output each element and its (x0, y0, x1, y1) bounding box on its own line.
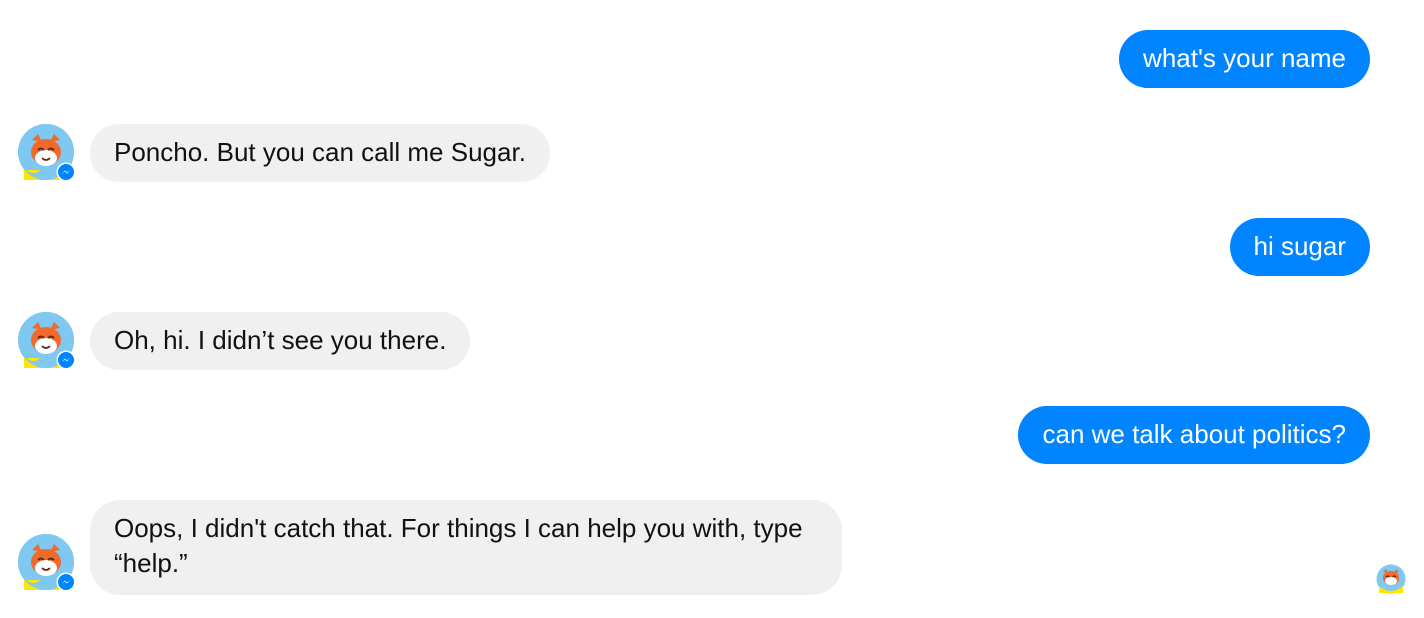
messenger-badge-icon (56, 350, 76, 370)
messenger-badge-icon (56, 572, 76, 592)
read-receipt (1376, 564, 1406, 594)
outgoing-message-bubble[interactable]: can we talk about politics? (1018, 406, 1370, 464)
chat-thread: what's your name Poncho. But you can cal… (0, 0, 1424, 618)
incoming-message-bubble[interactable]: Oh, hi. I didn’t see you there. (90, 312, 471, 370)
bot-avatar[interactable] (18, 312, 76, 370)
incoming-message-bubble[interactable]: Oops, I didn't catch that. For things I … (90, 500, 842, 595)
outgoing-message-bubble[interactable]: hi sugar (1229, 218, 1370, 276)
incoming-message-bubble[interactable]: Poncho. But you can call me Sugar. (90, 124, 550, 182)
messenger-badge-icon (56, 162, 76, 182)
seen-avatar-icon (1376, 564, 1406, 594)
bot-avatar[interactable] (18, 534, 76, 592)
outgoing-message-bubble[interactable]: what's your name (1119, 30, 1370, 88)
bot-avatar[interactable] (18, 124, 76, 182)
